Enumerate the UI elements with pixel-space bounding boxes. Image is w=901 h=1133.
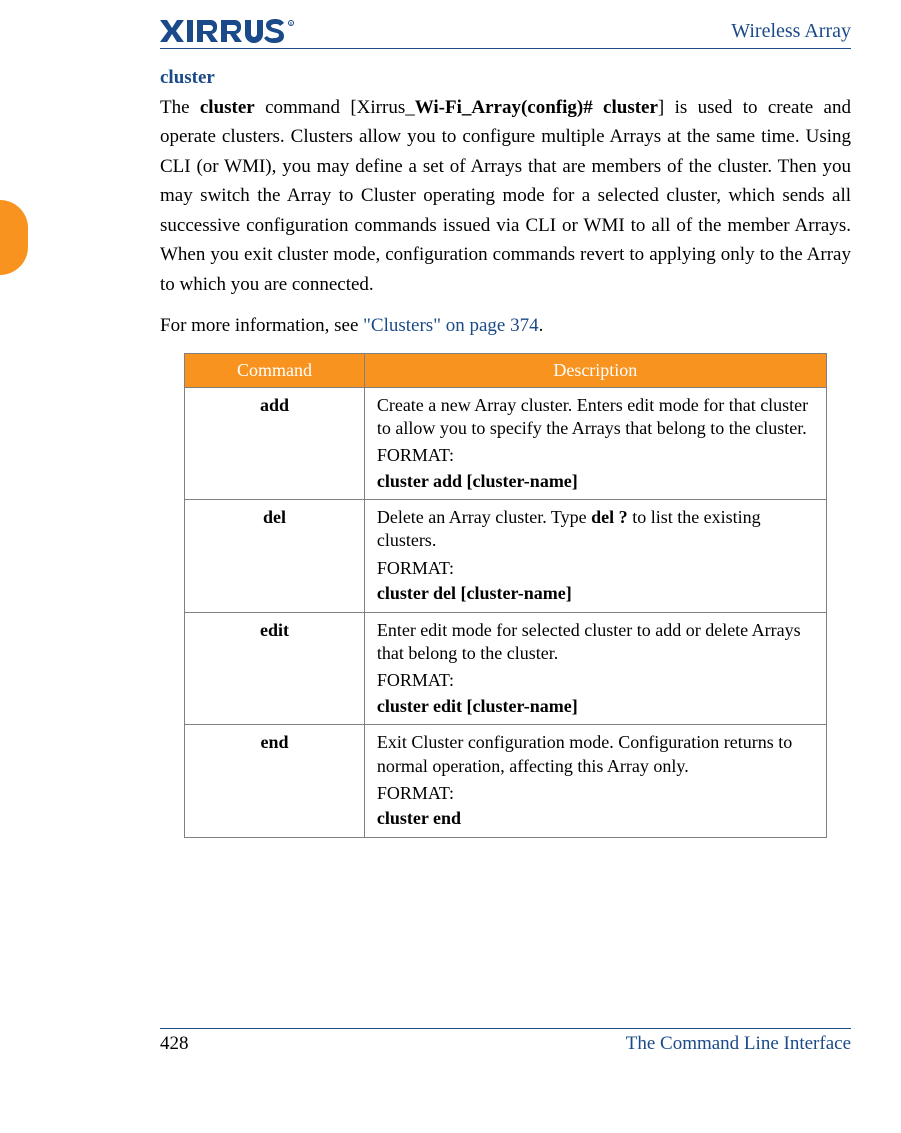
col-header-description: Description	[364, 353, 826, 387]
command-table: Command Description add Create a new Arr…	[184, 353, 827, 838]
format-label: FORMAT:	[377, 444, 814, 467]
format-label: FORMAT:	[377, 557, 814, 580]
desc-text: Create a new Array cluster. Enters edit …	[377, 394, 814, 441]
text-span: .	[539, 315, 544, 336]
table-row: edit Enter edit mode for selected cluste…	[185, 612, 827, 725]
command-name: edit	[185, 612, 365, 725]
svg-text:R: R	[290, 21, 293, 26]
bold-del-q: del ?	[591, 507, 628, 527]
page-footer: 428 The Command Line Interface	[160, 1028, 851, 1055]
footer-chapter-title: The Command Line Interface	[626, 1033, 851, 1055]
xirrus-logo: R	[160, 18, 305, 44]
desc-text: Exit Cluster configuration mode. Configu…	[377, 731, 814, 778]
text-span: ] is used to create and operate clusters…	[160, 97, 851, 295]
table-row: end Exit Cluster configuration mode. Con…	[185, 725, 827, 838]
format-label: FORMAT:	[377, 669, 814, 692]
format-command: cluster end	[377, 807, 814, 830]
command-description: Exit Cluster configuration mode. Configu…	[364, 725, 826, 838]
clusters-xref-link[interactable]: "Clusters" on page 374	[363, 315, 538, 336]
page-header: R Wireless Array	[160, 18, 851, 49]
bold-cluster: cluster	[200, 97, 255, 118]
text-span: Delete an Array cluster. Type	[377, 507, 591, 527]
table-row: add Create a new Array cluster. Enters e…	[185, 387, 827, 500]
table-row: del Delete an Array cluster. Type del ? …	[185, 500, 827, 613]
command-description: Enter edit mode for selected cluster to …	[364, 612, 826, 725]
format-command: cluster add [cluster-name]	[377, 470, 814, 493]
section-heading: cluster	[160, 67, 851, 89]
document-title: Wireless Array	[731, 20, 851, 43]
intro-paragraph-1: The cluster command [Xirrus_Wi-Fi_Array(…	[160, 93, 851, 299]
page-number: 428	[160, 1033, 189, 1055]
command-name: add	[185, 387, 365, 500]
text-span: For more information, see	[160, 315, 363, 336]
text-span: command [Xirrus_	[255, 97, 415, 118]
format-command: cluster edit [cluster-name]	[377, 695, 814, 718]
desc-text: Enter edit mode for selected cluster to …	[377, 619, 814, 666]
desc-text: Delete an Array cluster. Type del ? to l…	[377, 506, 814, 553]
command-name: end	[185, 725, 365, 838]
table-header-row: Command Description	[185, 353, 827, 387]
col-header-command: Command	[185, 353, 365, 387]
bold-prompt: Wi-Fi_Array(config)# cluster	[415, 97, 658, 118]
command-name: del	[185, 500, 365, 613]
command-description: Delete an Array cluster. Type del ? to l…	[364, 500, 826, 613]
side-tab-decoration	[0, 200, 28, 275]
command-description: Create a new Array cluster. Enters edit …	[364, 387, 826, 500]
intro-paragraph-2: For more information, see "Clusters" on …	[160, 311, 851, 340]
format-command: cluster del [cluster-name]	[377, 582, 814, 605]
text-span: The	[160, 97, 200, 118]
format-label: FORMAT:	[377, 782, 814, 805]
